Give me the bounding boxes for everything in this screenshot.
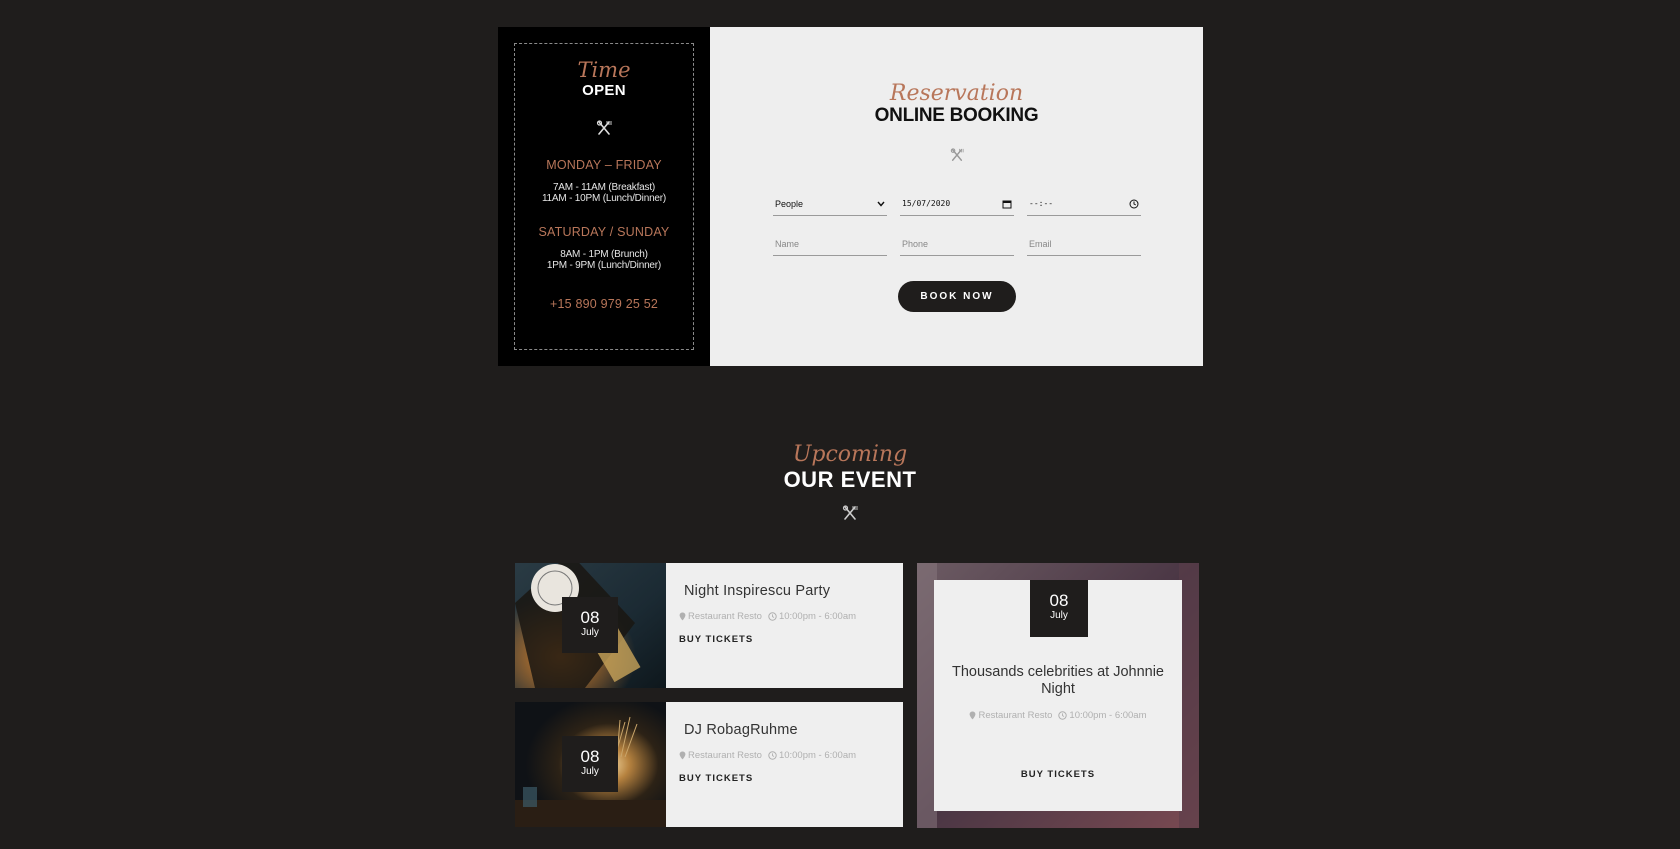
people-select-value: People — [775, 198, 804, 209]
map-pin-icon — [970, 711, 976, 720]
hours-script-title: Time — [577, 58, 631, 82]
map-pin-icon — [679, 612, 686, 621]
time-input[interactable]: --:-- — [1027, 192, 1141, 216]
events-script-title: Upcoming — [792, 442, 908, 467]
email-field-placeholder: Email — [1029, 238, 1052, 249]
weekday-hours-line: 11AM - 10PM (Lunch/Dinner) — [541, 193, 667, 204]
event-time: 10:00pm - 6:00am — [1069, 710, 1147, 721]
booking-form-row: People 15/07/2020 --:-- — [773, 192, 1141, 216]
buy-tickets-link[interactable]: BUY TICKETS — [679, 634, 903, 645]
utensils-icon — [950, 148, 964, 161]
weekday-title: MONDAY – FRIDAY — [546, 158, 662, 172]
booking-script-title: Reservation — [889, 81, 1024, 106]
hours-title: OPEN — [582, 82, 626, 99]
clock-icon — [768, 751, 777, 760]
weekday-hours-line: 7AM - 11AM (Breakfast) — [552, 182, 656, 193]
event-location: Restaurant Resto — [688, 611, 762, 622]
event-meta: Restaurant Resto 10:00pm - 6:00am — [679, 750, 903, 761]
date-input[interactable]: 15/07/2020 — [900, 192, 1014, 216]
event-image: 08 July — [515, 563, 666, 688]
clock-icon — [1058, 711, 1068, 720]
event-location: Restaurant Resto — [978, 710, 1053, 721]
phone-field[interactable]: Phone — [900, 232, 1014, 256]
event-month: July — [581, 766, 599, 777]
event-image: 08 July — [515, 702, 666, 827]
time-input-value: --:-- — [1029, 199, 1054, 208]
events-heading: Upcoming OUR EVENT — [0, 443, 1680, 521]
phone-number[interactable]: +15 890 979 25 52 — [515, 297, 693, 311]
event-time: 10:00pm - 6:00am — [778, 611, 857, 622]
event-card: 08 July DJ RobagRuhme Restaurant Resto 1… — [515, 702, 903, 827]
event-date-badge: 08 July — [1030, 580, 1088, 637]
event-month: July — [581, 627, 599, 638]
event-day: 08 — [1049, 591, 1069, 610]
name-field-placeholder: Name — [775, 238, 800, 249]
featured-event-details: 08 July Thousands celebrities at Johnnie… — [934, 580, 1182, 811]
buy-tickets-link[interactable]: BUY TICKETS — [934, 769, 1182, 780]
event-month: July — [1050, 610, 1068, 621]
event-title[interactable]: DJ RobagRuhme — [679, 722, 903, 738]
event-meta: Restaurant Resto 10:00pm - 6:00am — [679, 611, 903, 622]
book-now-button[interactable]: BOOK NOW — [898, 281, 1016, 312]
opening-hours-frame: Time OPEN MONDAY – FRIDAY 7AM - 11AM (Br… — [514, 43, 694, 350]
events-title: OUR EVENT — [783, 467, 917, 492]
event-time: 10:00pm - 6:00am — [778, 750, 857, 761]
featured-event-card: 08 July Thousands celebrities at Johnnie… — [917, 563, 1199, 828]
event-location: Restaurant Resto — [688, 750, 762, 761]
weekend-title: SATURDAY / SUNDAY — [538, 225, 670, 239]
booking-title: ONLINE BOOKING — [874, 105, 1039, 126]
date-input-value: 15/07/2020 — [902, 199, 951, 208]
event-card: 08 July Night Inspirescu Party Restauran… — [515, 563, 903, 688]
map-pin-icon — [679, 751, 686, 760]
event-day: 08 — [580, 747, 600, 766]
utensils-icon — [842, 505, 858, 520]
phone-field-placeholder: Phone — [902, 238, 929, 249]
buy-tickets-link[interactable]: BUY TICKETS — [679, 773, 903, 784]
chevron-down-icon — [877, 201, 885, 207]
opening-hours-panel: Time OPEN MONDAY – FRIDAY 7AM - 11AM (Br… — [498, 27, 710, 366]
people-select[interactable]: People — [773, 192, 887, 216]
clock-icon — [768, 612, 777, 621]
event-details: Night Inspirescu Party Restaurant Resto … — [666, 563, 903, 688]
event-title[interactable]: Thousands celebrities at Johnnie Night — [934, 664, 1182, 698]
utensils-icon — [596, 120, 612, 135]
event-meta: Restaurant Resto 10:00pm - 6:00am — [934, 710, 1182, 721]
email-field[interactable]: Email — [1027, 232, 1141, 256]
event-title[interactable]: Night Inspirescu Party — [679, 583, 903, 599]
event-date-badge: 08 July — [562, 597, 618, 653]
name-field[interactable]: Name — [773, 232, 887, 256]
event-details: DJ RobagRuhme Restaurant Resto 10:00pm -… — [666, 702, 903, 827]
calendar-icon[interactable] — [1002, 199, 1012, 209]
booking-form-row: Name Phone Email — [773, 232, 1141, 256]
reservation-section: Time OPEN MONDAY – FRIDAY 7AM - 11AM (Br… — [498, 27, 1203, 366]
weekend-hours-line: 1PM - 9PM (Lunch/Dinner) — [546, 260, 662, 271]
event-date-badge: 08 July — [562, 736, 618, 792]
event-day: 08 — [580, 608, 600, 627]
clock-icon[interactable] — [1129, 199, 1139, 209]
weekend-hours-line: 8AM - 1PM (Brunch) — [560, 249, 648, 260]
online-booking-panel: Reservation ONLINE BOOKING People 15/07/… — [710, 27, 1203, 366]
